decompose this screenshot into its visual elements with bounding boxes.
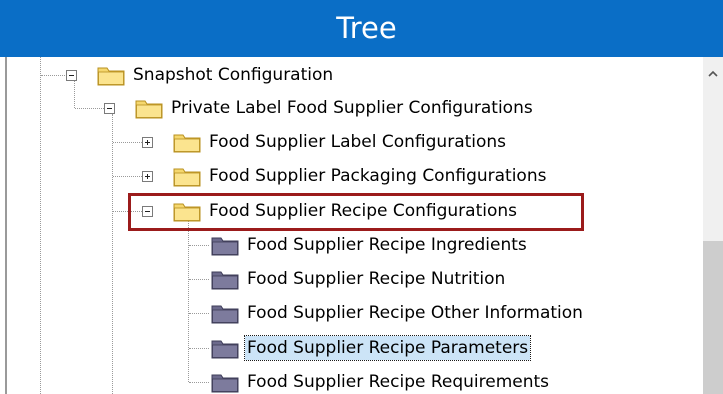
tree-line	[75, 108, 104, 109]
folder-icon	[97, 67, 125, 86]
tree-item-recipe-ingredients[interactable]: Food Supplier Recipe Ingredients	[247, 233, 527, 257]
dark-folder-icon	[211, 271, 239, 290]
expand-toggle[interactable]	[142, 137, 153, 148]
collapse-toggle[interactable]	[104, 103, 115, 114]
tree-item-recipe-nutrition[interactable]: Food Supplier Recipe Nutrition	[247, 267, 505, 291]
folder-icon	[173, 134, 201, 153]
tree-line	[113, 142, 142, 143]
tree-item-recipe-configurations[interactable]: Food Supplier Recipe Configurations	[209, 199, 517, 223]
tree-line	[189, 279, 209, 280]
tree-line	[74, 81, 75, 108]
scroll-up-button[interactable]	[703, 64, 723, 84]
tree-item-packaging-configurations[interactable]: Food Supplier Packaging Configurations	[209, 164, 546, 188]
tree-item-private-label-configurations[interactable]: Private Label Food Supplier Configuratio…	[171, 96, 533, 120]
panel-left-border	[5, 57, 7, 394]
expand-toggle[interactable]	[142, 171, 153, 182]
dark-folder-icon	[211, 237, 239, 256]
tree-line	[40, 57, 41, 394]
folder-icon	[135, 100, 163, 119]
dark-folder-icon	[211, 374, 239, 393]
tree-item-recipe-requirements[interactable]: Food Supplier Recipe Requirements	[247, 370, 549, 394]
scrollbar-thumb[interactable]	[703, 241, 723, 394]
dark-folder-icon	[211, 305, 239, 324]
tree-item-recipe-other-information[interactable]: Food Supplier Recipe Other Information	[247, 301, 583, 325]
collapse-toggle[interactable]	[66, 70, 77, 81]
tree-line	[189, 245, 209, 246]
tree-line	[188, 217, 189, 382]
tree-line	[112, 114, 113, 394]
tree-line	[113, 176, 142, 177]
tree-line	[41, 75, 67, 76]
tree-item-snapshot-configuration[interactable]: Snapshot Configuration	[133, 63, 333, 87]
tree-panel-header: Tree	[0, 0, 723, 57]
folder-icon	[173, 168, 201, 187]
panel-title: Tree	[336, 11, 397, 45]
tree-item-label-configurations[interactable]: Food Supplier Label Configurations	[209, 130, 506, 154]
dark-folder-icon	[211, 340, 239, 359]
collapse-toggle[interactable]	[142, 206, 153, 217]
tree-item-recipe-parameters[interactable]: Food Supplier Recipe Parameters	[243, 335, 532, 361]
chevron-up-icon	[708, 70, 718, 77]
folder-icon	[173, 203, 201, 222]
tree-line	[189, 348, 209, 349]
tree-line	[189, 382, 209, 383]
tree-line	[189, 313, 209, 314]
